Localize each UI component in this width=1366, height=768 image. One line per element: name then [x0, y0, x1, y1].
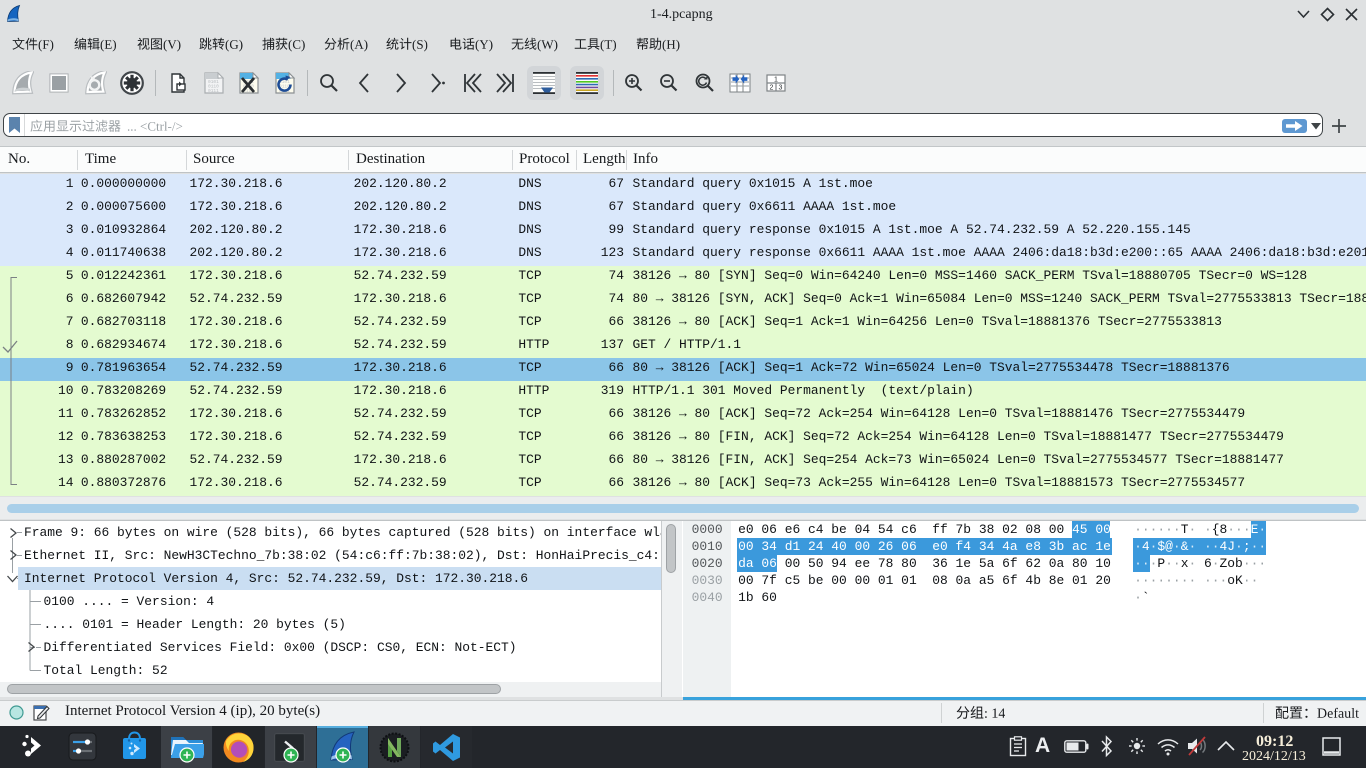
svg-text:0111: 0111 [208, 88, 219, 94]
svg-text:2: 2 [769, 85, 773, 92]
svg-text:3: 3 [778, 85, 782, 92]
svg-text:1: 1 [774, 77, 778, 84]
